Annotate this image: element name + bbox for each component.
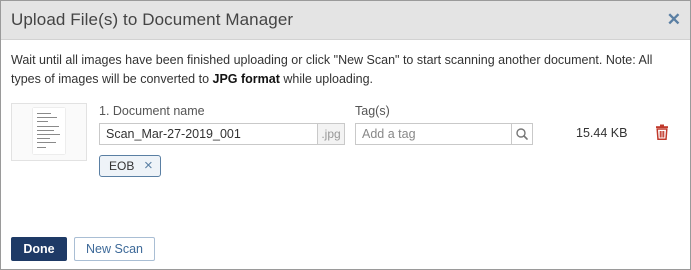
document-name-input[interactable] [99,123,317,145]
tag-chip: EOB × [99,155,161,177]
document-thumbnail [11,103,87,161]
notice-format: JPG format [212,72,280,86]
tag-search-button[interactable] [511,123,533,145]
thumbnail-line [37,142,56,143]
thumbnail-line [37,130,54,131]
tag-chip-label: EOB [109,159,135,173]
thumbnail-line [37,147,46,148]
thumbnail-line [37,134,60,135]
trash-icon [656,124,668,141]
close-icon[interactable]: ✕ [667,10,681,30]
done-button[interactable]: Done [11,237,67,261]
file-extension: .jpg [317,123,345,145]
thumbnail-line [37,113,51,114]
tags-label: Tag(s) [355,104,390,118]
document-name-label: 1. Document name [99,104,205,118]
upload-notice: Wait until all images have been finished… [11,51,681,89]
thumbnail-line [37,138,50,139]
upload-dialog: Upload File(s) to Document Manager ✕ Wai… [0,0,691,270]
thumbnail-line [37,117,57,118]
delete-file-button[interactable] [655,124,669,145]
thumbnail-line [37,126,59,127]
new-scan-button[interactable]: New Scan [74,237,155,261]
search-icon [516,128,528,140]
notice-text-end: while uploading. [279,72,374,86]
dialog-titlebar: Upload File(s) to Document Manager ✕ [1,1,690,40]
dialog-title: Upload File(s) to Document Manager [11,10,294,29]
thumbnail-page [33,108,65,154]
close-icon[interactable]: × [144,157,153,174]
tag-input[interactable] [355,123,511,145]
file-size: 15.44 KB [576,126,628,140]
thumbnail-line [37,121,48,122]
